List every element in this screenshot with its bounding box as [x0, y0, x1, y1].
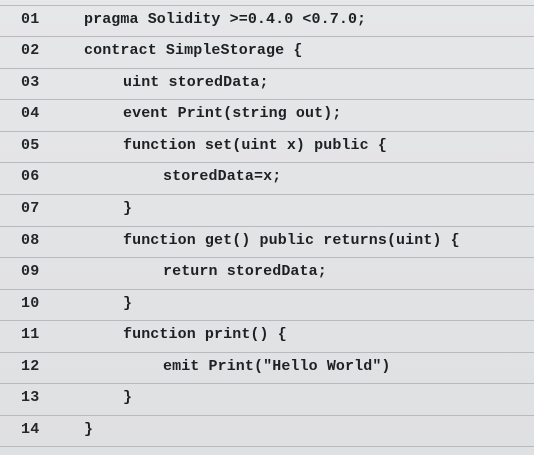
code-line: 04 event Print(string out);: [0, 99, 534, 130]
code-listing-page: 01 pragma Solidity >=0.4.0 <0.7.0; 02 co…: [0, 0, 534, 455]
line-number: 08: [21, 232, 40, 249]
code-line: 12 emit Print("Hello World"): [0, 352, 534, 383]
line-number: 06: [21, 168, 40, 185]
line-number: 01: [21, 11, 40, 28]
line-number: 14: [21, 421, 40, 438]
line-number: 09: [21, 263, 40, 280]
code-line: 07 }: [0, 194, 534, 225]
code-line: 05 function set(uint x) public {: [0, 131, 534, 162]
code-line: 02 contract SimpleStorage {: [0, 36, 534, 67]
line-code: pragma Solidity >=0.4.0 <0.7.0;: [84, 11, 367, 28]
line-code: function set(uint x) public {: [123, 137, 387, 154]
line-number: 03: [21, 74, 40, 91]
line-code: emit Print("Hello World"): [163, 358, 391, 375]
line-number: 05: [21, 137, 40, 154]
line-code: event Print(string out);: [123, 105, 342, 122]
line-number: 13: [21, 389, 40, 406]
line-code: contract SimpleStorage {: [84, 42, 303, 59]
line-number: 02: [21, 42, 40, 59]
line-code: function print() {: [123, 326, 287, 343]
closing-brace: }: [123, 389, 133, 406]
closing-brace: }: [123, 295, 133, 312]
line-number: 04: [21, 105, 40, 122]
code-line: 03 uint storedData;: [0, 68, 534, 99]
line-code: function get() public returns(uint) {: [123, 232, 460, 249]
code-line: 14 }: [0, 415, 534, 446]
line-number: 11: [21, 326, 40, 343]
line-code: uint storedData;: [123, 74, 269, 91]
closing-brace: }: [123, 200, 133, 217]
code-line: 09 return storedData;: [0, 257, 534, 288]
line-number: 07: [21, 200, 40, 217]
code-line: 11 function print() {: [0, 320, 534, 351]
closing-brace: }: [84, 421, 94, 438]
line-code: return storedData;: [163, 263, 327, 280]
code-line: 13 }: [0, 383, 534, 414]
code-line: 06 storedData=x;: [0, 162, 534, 193]
line-code: storedData=x;: [163, 168, 282, 185]
row-divider: [0, 446, 534, 447]
line-number: 10: [21, 295, 40, 312]
code-line: 01 pragma Solidity >=0.4.0 <0.7.0;: [0, 5, 534, 36]
line-number: 12: [21, 358, 40, 375]
code-line: 10 }: [0, 289, 534, 320]
code-line: 08 function get() public returns(uint) {: [0, 226, 534, 257]
